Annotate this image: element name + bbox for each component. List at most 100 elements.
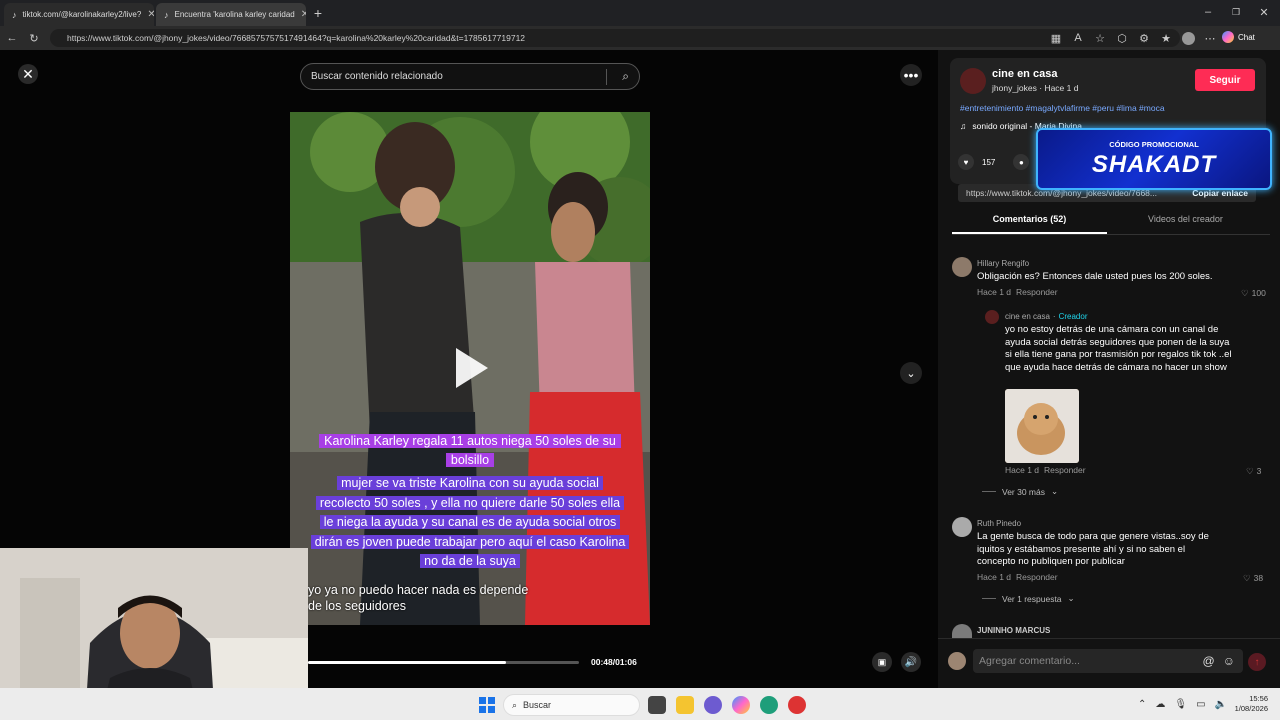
comment-like[interactable]: ♡ 3 bbox=[1246, 466, 1261, 477]
tab-divider bbox=[952, 234, 1270, 235]
discord-icon[interactable] bbox=[704, 696, 722, 714]
progress-bar[interactable] bbox=[308, 661, 579, 664]
creator-badge: Creador bbox=[1058, 312, 1088, 321]
add-comment-input[interactable]: Agregar comentario... @ ☺ bbox=[973, 649, 1243, 673]
windows-taskbar bbox=[0, 688, 1280, 720]
view-replies[interactable]: Ver 1 respuesta ⌄ bbox=[982, 593, 1075, 604]
avatar[interactable] bbox=[952, 257, 972, 277]
chrome-icon[interactable] bbox=[788, 696, 806, 714]
comment-image[interactable] bbox=[1005, 389, 1079, 463]
search-icon[interactable]: ⌕ bbox=[622, 69, 629, 84]
progress-fill bbox=[308, 661, 506, 664]
comment-icon[interactable]: ● bbox=[1013, 154, 1030, 170]
next-video-icon[interactable]: ⌄ bbox=[900, 362, 922, 384]
taskbar-apps bbox=[648, 696, 806, 714]
settings-icon[interactable]: ⚙ bbox=[1136, 30, 1152, 46]
file-explorer-icon[interactable] bbox=[676, 696, 694, 714]
tab-comments[interactable]: Comentarios (52) bbox=[952, 214, 1107, 224]
emoji-icon[interactable]: ☺ bbox=[1223, 654, 1235, 668]
minimize-icon[interactable]: – bbox=[1200, 4, 1216, 20]
view-replies-label: Ver 1 respuesta bbox=[1002, 593, 1062, 604]
network-icon[interactable]: ▭ bbox=[1196, 699, 1205, 710]
task-view-icon[interactable] bbox=[648, 696, 666, 714]
send-icon[interactable]: ↑ bbox=[1248, 653, 1266, 671]
close-tab-icon[interactable]: ✕ bbox=[301, 9, 306, 20]
windows-start-icon[interactable] bbox=[479, 697, 495, 713]
reply-button[interactable]: Responder bbox=[1044, 465, 1086, 475]
taskbar-search[interactable]: ⌕ Buscar bbox=[503, 694, 640, 716]
edge-icon[interactable] bbox=[760, 696, 778, 714]
reply-button[interactable]: Responder bbox=[1016, 572, 1058, 582]
caption-body: mujer se va triste Karolina con su ayuda… bbox=[290, 474, 650, 572]
comment-author[interactable]: Hillary Rengifo bbox=[977, 259, 1029, 268]
profile-icon[interactable] bbox=[1180, 30, 1196, 46]
taskbar-clock[interactable]: 15:56 1/08/2026 bbox=[1232, 694, 1268, 714]
mic-icon[interactable]: 🎙 bbox=[1174, 699, 1187, 710]
comment-like[interactable]: ♡ 100 bbox=[1241, 288, 1266, 299]
volume-icon[interactable]: 🔊 bbox=[901, 652, 921, 672]
caption-body-line: no da de la suya bbox=[420, 554, 520, 568]
tab-label: tiktok.com/@karolinakarley2/live? bbox=[22, 10, 142, 19]
tiktok-icon: ♪ bbox=[12, 9, 17, 20]
view-more-label: Ver 30 más bbox=[1002, 486, 1045, 497]
reply-header: cine en casa · Creador bbox=[1005, 312, 1088, 321]
collections-icon[interactable]: ★ bbox=[1158, 30, 1174, 46]
avatar[interactable] bbox=[985, 310, 999, 324]
more-options-icon[interactable]: ••• bbox=[900, 64, 922, 86]
comment-author[interactable]: cine en casa bbox=[1005, 312, 1050, 321]
browser-tab-active[interactable]: ♪ Encuentra 'karolina karley caridad ✕ bbox=[156, 3, 306, 26]
author-avatar[interactable] bbox=[960, 68, 986, 94]
new-tab-icon[interactable]: + bbox=[310, 5, 326, 21]
cloud-icon[interactable]: ☁ bbox=[1155, 699, 1165, 710]
follow-button[interactable]: Seguir bbox=[1195, 69, 1255, 91]
close-window-icon[interactable]: ✕ bbox=[1256, 4, 1272, 20]
promo-banner: CÓDIGO PROMOCIONAL SHAKADT bbox=[1036, 128, 1272, 190]
view-more-replies[interactable]: Ver 30 más ⌄ bbox=[982, 486, 1058, 497]
clock-date: 1/08/2026 bbox=[1234, 704, 1268, 713]
promo-code: SHAKADT bbox=[1091, 151, 1217, 178]
extensions-icon[interactable]: ⬡ bbox=[1114, 30, 1130, 46]
chevron-up-icon[interactable]: ⌃ bbox=[1138, 699, 1146, 710]
avatar[interactable] bbox=[952, 517, 972, 537]
subtitle-line: yo ya no puedo hacer nada es depende bbox=[308, 583, 529, 597]
translate-icon[interactable]: A bbox=[1070, 30, 1086, 46]
url-field[interactable]: https://www.tiktok.com/@jhony_jokes/vide… bbox=[50, 29, 1180, 47]
comment-likes: 38 bbox=[1253, 573, 1264, 583]
reply-button[interactable]: Responder bbox=[1016, 287, 1058, 297]
reload-icon[interactable]: ↻ bbox=[26, 30, 42, 46]
comment-likes: 100 bbox=[1251, 288, 1266, 298]
user-avatar bbox=[948, 652, 966, 670]
play-icon[interactable] bbox=[456, 348, 488, 388]
apps-icon[interactable]: ▦ bbox=[1048, 30, 1064, 46]
likes-count: 157 bbox=[982, 157, 996, 167]
comment-time: Hace 1 d bbox=[1005, 465, 1040, 475]
copilot-icon[interactable] bbox=[732, 696, 750, 714]
like-icon[interactable]: ♥ bbox=[958, 154, 974, 170]
avatar[interactable] bbox=[952, 624, 972, 638]
music-note-icon: ♫ bbox=[960, 121, 967, 131]
pip-icon[interactable]: ▣ bbox=[872, 652, 892, 672]
tab-label: Encuentra 'karolina karley caridad bbox=[174, 10, 295, 19]
comment-author[interactable]: JUNINHO MARCUS bbox=[977, 626, 1050, 635]
maximize-icon[interactable]: ❐ bbox=[1228, 4, 1244, 20]
speaker-icon[interactable]: 🔈 bbox=[1215, 699, 1227, 710]
close-tab-icon[interactable]: ✕ bbox=[147, 9, 154, 20]
back-icon[interactable]: ← bbox=[4, 30, 20, 46]
related-search-input[interactable]: Buscar contenido relacionado ⌕ bbox=[300, 63, 640, 90]
browser-tab-bar: ♪ tiktok.com/@karolinakarley2/live? ✕ ♪ … bbox=[0, 0, 1280, 26]
author-name[interactable]: cine en casa bbox=[992, 68, 1057, 80]
video-subtitle: yo ya no puedo hacer nada es depende de … bbox=[308, 582, 528, 614]
copilot-chat-button[interactable]: Chat bbox=[1222, 31, 1255, 43]
comment-time: Hace 1 d bbox=[977, 572, 1012, 582]
comment-author[interactable]: Ruth Pinedo bbox=[977, 519, 1021, 528]
more-icon[interactable]: ⋯ bbox=[1202, 30, 1218, 46]
favorite-icon[interactable]: ☆ bbox=[1092, 30, 1108, 46]
tab-creator-videos[interactable]: Videos del creador bbox=[1108, 214, 1263, 224]
caption-title: Karolina Karley regala 11 autos niega 50… bbox=[290, 432, 650, 470]
close-video-icon[interactable]: ✕ bbox=[18, 64, 38, 84]
mention-icon[interactable]: @ bbox=[1203, 654, 1215, 668]
post-hashtags[interactable]: #entretenimiento #magalytvlafirme #peru … bbox=[960, 103, 1165, 113]
comment-like[interactable]: ♡ 38 bbox=[1243, 573, 1263, 584]
divider bbox=[982, 491, 996, 492]
browser-tab[interactable]: ♪ tiktok.com/@karolinakarley2/live? ✕ bbox=[4, 3, 154, 26]
